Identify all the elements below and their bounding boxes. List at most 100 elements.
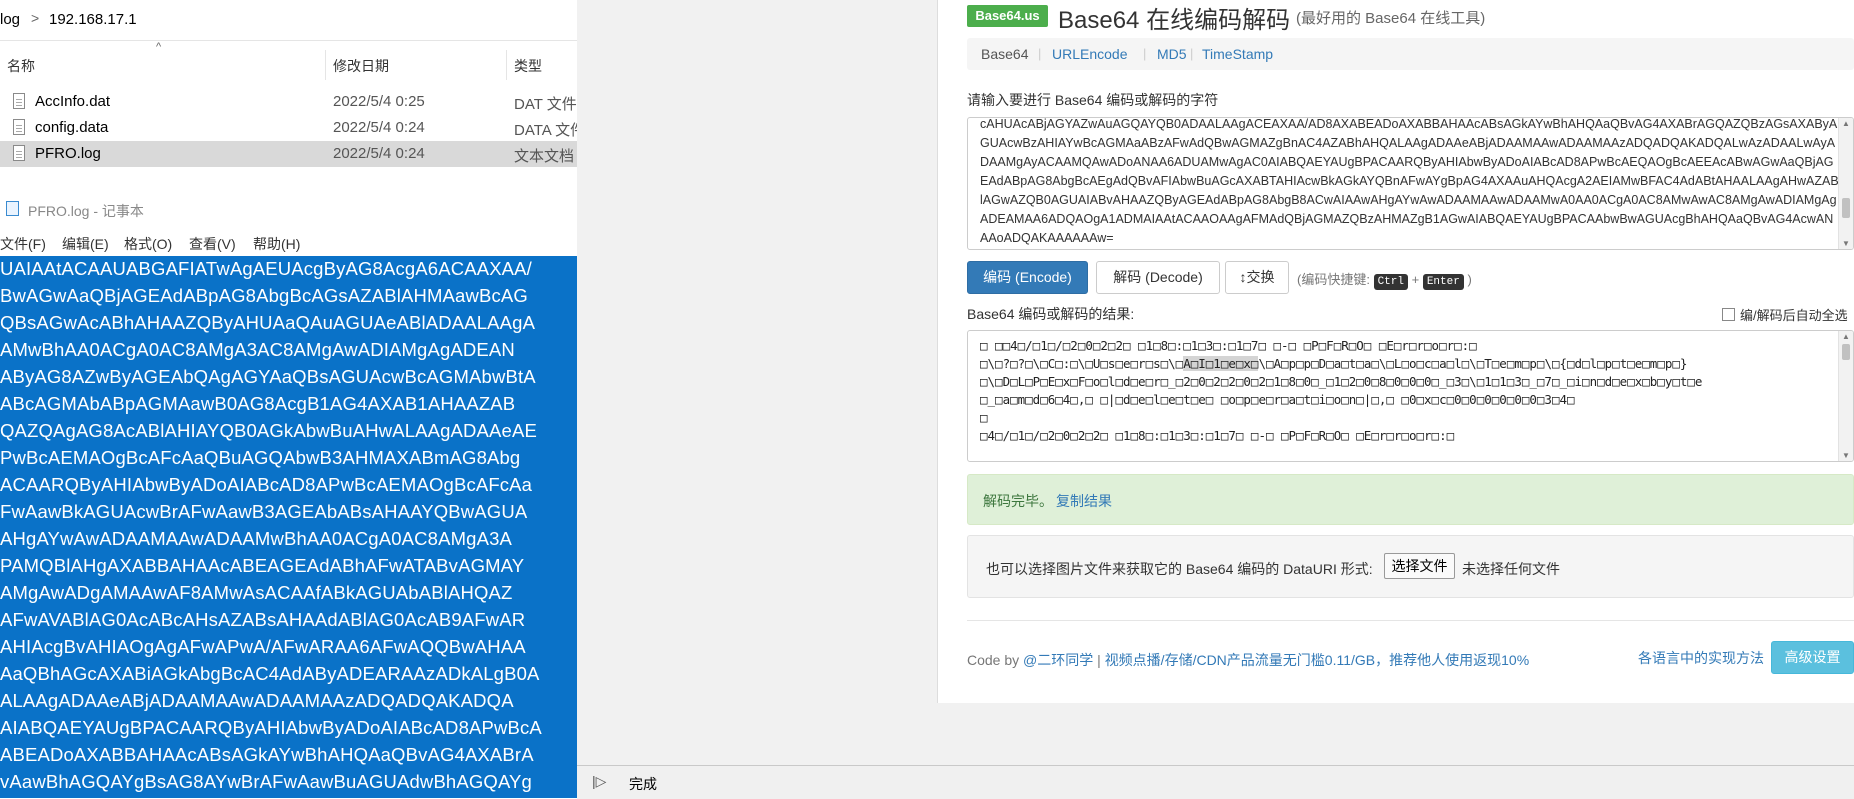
address-bar[interactable]: log > 192.168.17.1 (0, 0, 577, 41)
input-text: cAHUAcABjAGYAZwAuAGQAYQB0ADAALAAgACEAXAA… (980, 117, 1839, 245)
text-line: vAawBhAGQAYgBsAG8AYwBrAFwAawBuAGUAdwBhAG… (0, 771, 532, 792)
column-divider[interactable] (506, 50, 507, 80)
page-subtitle: (最好用的 Base64 在线工具) (1296, 10, 1486, 27)
nav-separator: | (1143, 46, 1147, 61)
column-divider[interactable] (325, 50, 326, 80)
file-icon (13, 93, 25, 109)
result-line: □\□D□L□P□E□x□F□o□l□d□e□r□_□2□0□2□2□0□2□1… (980, 374, 1703, 389)
result-segment: \□A□p□p□D□a□t□a□\□L□o□c□a□l□\□T□e□m□p□\□… (1258, 356, 1688, 371)
result-line: □\□?□?□\□C□:□\□U□s□e□r□s□\□A□I□1□e□x□\□A… (980, 356, 1687, 371)
impl-link[interactable]: 各语言中的实现方法 (1638, 648, 1764, 668)
breadcrumb-ip[interactable]: 192.168.17.1 (49, 11, 137, 28)
notepad-text-area[interactable]: UAIAAtACAAUABGAFIATwAgAEUAcgByAG8AcgA6AC… (0, 256, 577, 798)
decode-button[interactable]: 解码 (Decode) (1096, 261, 1220, 294)
panel-toggle-icon[interactable]: |▷ (592, 773, 606, 790)
text-line: PAMQBlAHgAXABBAHAAcABEAGEAdABhAFwATABvAG… (0, 555, 525, 576)
column-date[interactable]: 修改日期 (333, 56, 389, 76)
result-line: □4□/□1□/□2□0□2□2□ □1□8□:□1□3□:□1□7□ □-□ … (980, 428, 1455, 443)
auto-select-label: 编/解码后自动全选 (1740, 308, 1848, 323)
shortcut-prefix: (编码快捷键: (1297, 272, 1370, 287)
text-line: UAIAAtACAAUABGAFIATwAgAEUAcgByAG8AcgA6AC… (0, 258, 532, 279)
column-header-row: 名称 ^ 修改日期 类型 (0, 41, 577, 82)
status-bar: |▷ 完成 (577, 765, 1854, 799)
input-textarea[interactable]: cAHUAcABjAGYAZwAuAGQAYQB0ADAALAAgACEAXAA… (967, 117, 1854, 250)
scroll-down-icon[interactable]: ▼ (1842, 451, 1850, 460)
text-line: ACAARQByAHIAbwByADoAIABcAD8APwBcAEMAOgBc… (0, 474, 533, 495)
nav-base64[interactable]: Base64 (981, 46, 1028, 62)
tool-nav: Base64 | URLEncode | MD5 | TimeStamp (967, 38, 1854, 70)
advanced-settings-button[interactable]: 高级设置 (1771, 641, 1854, 674)
result-label: Base64 编码或解码的结果: (967, 306, 1135, 322)
footer-credits: Code by @二环同学 | 视频点播/存储/CDN产品流量无门槛0.11/G… (967, 650, 1529, 670)
encode-button[interactable]: 编码 (Encode) (967, 261, 1088, 294)
text-line: ABcAGMAbABpAGMAawB0AG8AcgB1AG4AXAB1AHAAZ… (0, 393, 516, 414)
column-type[interactable]: 类型 (514, 56, 542, 76)
auto-select-checkbox[interactable]: 编/解码后自动全选 (1722, 305, 1848, 324)
ad-link[interactable]: 视频点播/存储/CDN产品流量无门槛0.11/GB，推荐他人使用返现10% (1105, 652, 1529, 668)
notepad-title: PFRO.log - 记事本 (28, 203, 144, 219)
file-row-pfro[interactable]: PFRO.log 2022/5/4 0:24 文本文档 (0, 141, 577, 167)
kbd-enter: Enter (1422, 274, 1464, 290)
menu-view[interactable]: 查看(V) (189, 234, 236, 254)
scroll-thumb[interactable] (1842, 198, 1850, 218)
file-icon (13, 119, 25, 135)
success-alert: 解码完毕。 复制结果 (967, 474, 1854, 525)
breadcrumb-chevron-icon: > (31, 10, 40, 26)
checkbox-box[interactable] (1722, 308, 1735, 321)
shortcut-suffix: ) (1467, 272, 1472, 287)
text-line: AMgAwADgAMAAwAF8AMwAsACAAfABkAGUAbABlAHQ… (0, 582, 513, 603)
shortcut-plus: + (1411, 272, 1420, 287)
copy-result-link[interactable]: 复制结果 (1056, 491, 1112, 511)
notepad-titlebar[interactable]: PFRO.log - 记事本 (0, 193, 577, 223)
result-highlight: A□I□1□e□x□ (1183, 356, 1259, 371)
nav-md5[interactable]: MD5 (1157, 46, 1187, 62)
menu-edit[interactable]: 编辑(E) (62, 234, 109, 254)
menu-format[interactable]: 格式(O) (124, 234, 172, 254)
result-scrollbar[interactable]: ▲ ▼ (1838, 331, 1853, 461)
result-segment: □\□?□?□\□C□:□\□U□s□e□r□s□\□ (980, 356, 1184, 371)
file-name: AccInfo.dat (35, 93, 111, 110)
menu-file[interactable]: 文件(F) (0, 234, 46, 254)
file-explorer-window: log > 192.168.17.1 名称 ^ 修改日期 类型 AccInfo.… (0, 0, 577, 190)
file-upload-text: 也可以选择图片文件来获取它的 Base64 编码的 DataURI 形式: (986, 561, 1373, 577)
scroll-up-icon[interactable]: ▲ (1842, 119, 1850, 128)
footer-prefix: Code by (967, 652, 1024, 668)
text-line: AIABQAEYAUgBPACAARQByAHIAbwByADoAIABcAD8… (0, 717, 542, 738)
author-link[interactable]: @二环同学 (1023, 652, 1093, 668)
scroll-up-icon[interactable]: ▲ (1842, 332, 1850, 341)
footer-sep: | (1093, 652, 1105, 668)
text-line: AaQBhAGcAXABiAGkAbgBcAC4AdAByADEARAAzADk… (0, 663, 540, 684)
column-name[interactable]: 名称 (7, 56, 35, 76)
scroll-thumb[interactable] (1842, 344, 1850, 360)
sort-up-icon: ^ (156, 41, 162, 53)
breadcrumb-log[interactable]: log (0, 11, 20, 28)
result-textarea[interactable]: □ □□4□/□1□/□2□0□2□2□ □1□8□:□1□3□:□1□7□ □… (967, 330, 1854, 462)
text-line: BwAGwAaQBjAGEAdABpAG8AbgBcAGsAZABlAHMAaw… (0, 285, 528, 306)
result-line: □ □□4□/□1□/□2□0□2□2□ □1□8□:□1□3□:□1□7□ □… (980, 338, 1477, 353)
text-line: PwBcAEMAOgBcAFcAaQBuAGQAbwB3AHMAXABmAG8A… (0, 447, 521, 468)
file-upload-box: 也可以选择图片文件来获取它的 Base64 编码的 DataURI 形式: 选择… (967, 535, 1854, 598)
text-line: FwAawBkAGUAcwBrAFwAawB3AGEAbABsAHAAYQBwA… (0, 501, 528, 522)
nav-separator: | (1190, 46, 1194, 61)
nav-urlencode[interactable]: URLEncode (1052, 46, 1128, 62)
file-date: 2022/5/4 0:24 (333, 119, 425, 136)
text-line: AFwAVABlAG0AcABcAHsAZABsAHAAdABlAG0AcAB9… (0, 609, 526, 630)
scroll-down-icon[interactable]: ▼ (1842, 239, 1850, 248)
brand-logo[interactable]: Base64.us (967, 5, 1048, 27)
notepad-window: PFRO.log - 记事本 文件(F) 编辑(E) 格式(O) 查看(V) 帮… (0, 193, 577, 798)
result-line: □ (980, 410, 988, 425)
file-row-accinfo[interactable]: AccInfo.dat 2022/5/4 0:25 DAT 文件 (0, 89, 577, 115)
file-name: PFRO.log (35, 145, 101, 162)
nav-timestamp[interactable]: TimeStamp (1202, 46, 1273, 62)
input-label: 请输入要进行 Base64 编码或解码的字符 (967, 92, 1219, 108)
input-scrollbar[interactable]: ▲ ▼ (1838, 118, 1853, 249)
text-line: QAZQAgAG8AcABlAHIAYQB0AGkAbwBuAHwALAAgAD… (0, 420, 537, 441)
swap-button[interactable]: ↕交换 (1225, 261, 1289, 294)
choose-file-button[interactable]: 选择文件 (1384, 553, 1455, 579)
notepad-menubar: 文件(F) 编辑(E) 格式(O) 查看(V) 帮助(H) (0, 231, 577, 255)
file-row-config[interactable]: config.data 2022/5/4 0:24 DATA 文件 (0, 115, 577, 141)
file-type: DATA 文件 (514, 122, 577, 139)
no-file-label: 未选择任何文件 (1462, 561, 1560, 577)
menu-help[interactable]: 帮助(H) (253, 234, 300, 254)
text-file-icon (13, 145, 25, 161)
